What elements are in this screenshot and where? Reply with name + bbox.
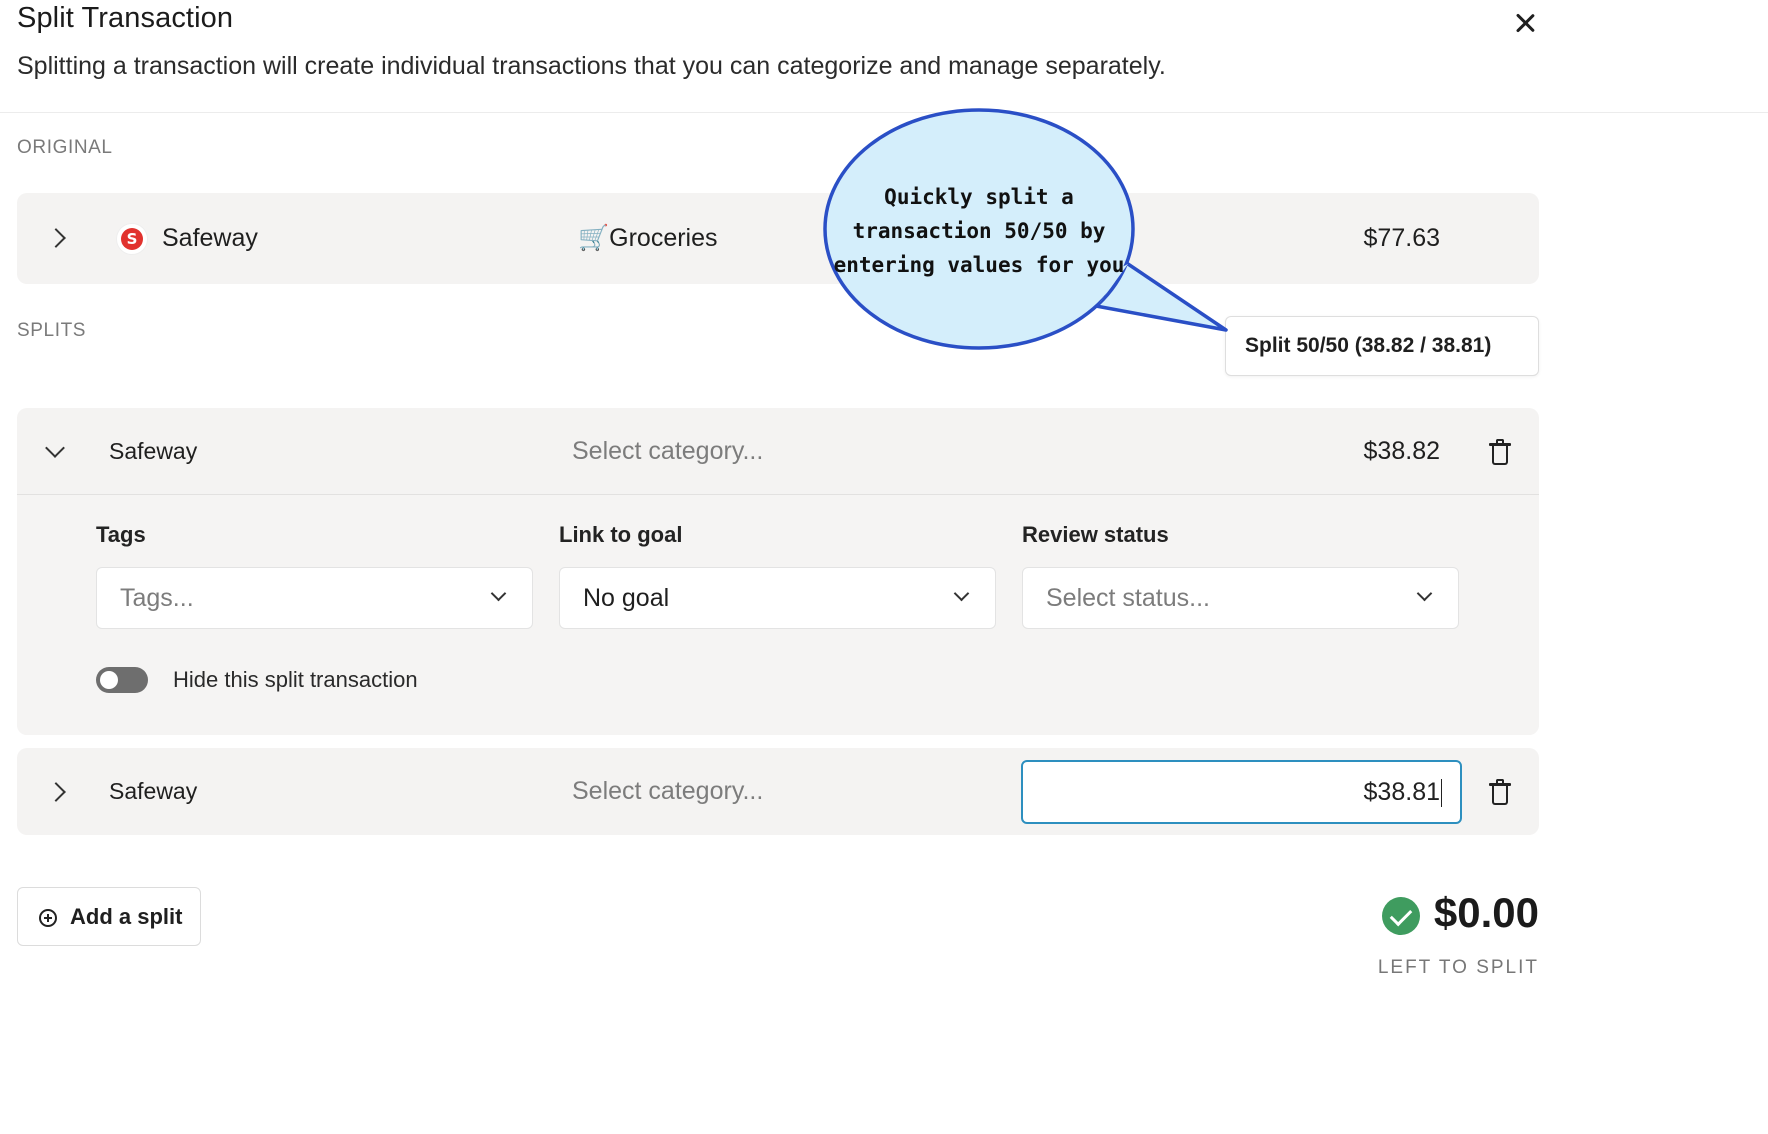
- callout-text: Quickly split a transaction 50/50 by ent…: [833, 180, 1125, 282]
- callout-line-1: Quickly split a: [884, 185, 1074, 209]
- callout-line-2: transaction 50/50 by: [852, 219, 1106, 243]
- callout-bubble: [823, 108, 1228, 350]
- callout-line-3: entering values for you: [833, 253, 1125, 277]
